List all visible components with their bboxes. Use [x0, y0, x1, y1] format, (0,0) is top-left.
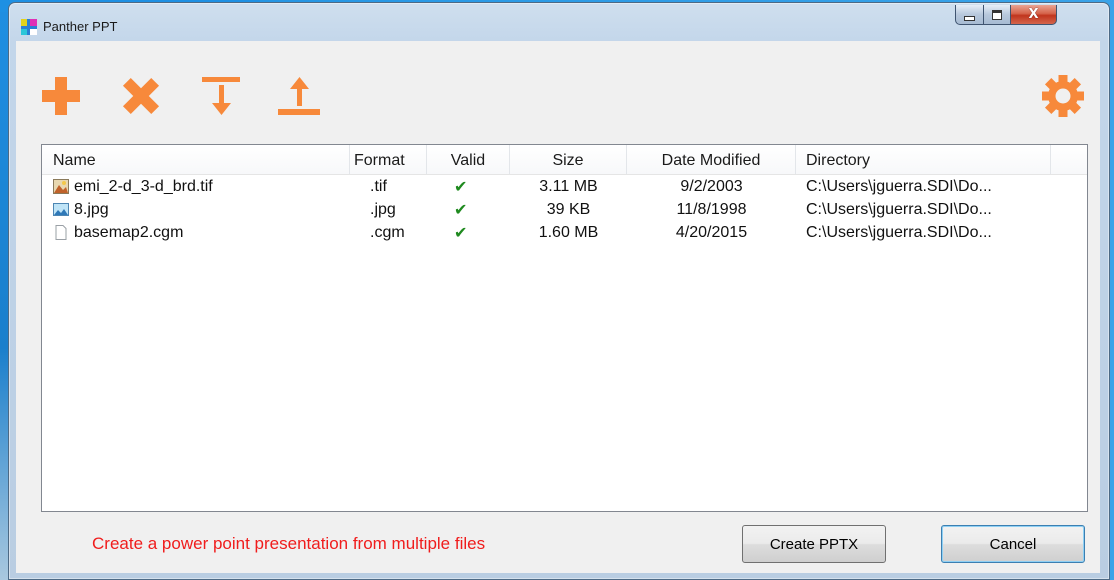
file-directory: C:\Users\jguerra.SDI\Do... — [806, 224, 992, 241]
file-name: emi_2-d_3-d_brd.tif — [74, 178, 213, 195]
move-down-button[interactable] — [196, 71, 246, 121]
maximize-icon — [992, 9, 1002, 20]
table-row[interactable]: 8.jpg .jpg ✔ 39 KB 11/8/1998 C:\Users\jg… — [42, 198, 1087, 221]
move-up-icon — [278, 77, 320, 115]
minimize-icon — [964, 15, 975, 21]
table-row[interactable]: basemap2.cgm .cgm ✔ 1.60 MB 4/20/2015 C:… — [42, 221, 1087, 244]
minimize-button[interactable] — [955, 5, 984, 25]
file-date-modified: 9/2/2003 — [680, 178, 743, 195]
tif-image-icon — [53, 179, 69, 194]
file-date-modified: 4/20/2015 — [675, 224, 748, 241]
table-row[interactable]: emi_2-d_3-d_brd.tif .tif ✔ 3.11 MB 9/2/2… — [42, 175, 1087, 198]
file-format: .jpg — [370, 201, 396, 218]
app-window: Panther PPT X Name Format Valid Size Dat… — [8, 2, 1110, 580]
gear-icon — [1042, 75, 1084, 117]
file-format: .tif — [370, 178, 387, 195]
valid-check-icon: ✔ — [454, 200, 468, 219]
column-header-size[interactable]: Size — [510, 145, 627, 174]
file-directory: C:\Users\jguerra.SDI\Do... — [806, 178, 992, 195]
maximize-button[interactable] — [983, 5, 1011, 25]
file-size: 1.60 MB — [538, 224, 599, 241]
title-bar[interactable]: Panther PPT X — [9, 3, 1109, 43]
column-header-name[interactable]: Name — [42, 145, 350, 174]
jpg-image-icon — [53, 203, 69, 216]
move-up-button[interactable] — [274, 71, 324, 121]
file-size: 3.11 MB — [539, 178, 598, 195]
move-down-icon — [202, 77, 240, 115]
close-icon: X — [1028, 7, 1039, 22]
list-header: Name Format Valid Size Date Modified Dir… — [42, 145, 1087, 175]
file-directory: C:\Users\jguerra.SDI\Do... — [806, 201, 992, 218]
column-header-date-modified[interactable]: Date Modified — [627, 145, 796, 174]
close-button[interactable]: X — [1010, 5, 1057, 25]
column-header-format[interactable]: Format — [350, 145, 427, 174]
file-name: basemap2.cgm — [74, 224, 184, 241]
file-format: .cgm — [370, 224, 405, 241]
client-area: Name Format Valid Size Date Modified Dir… — [16, 41, 1100, 573]
valid-check-icon: ✔ — [454, 223, 468, 242]
column-header-valid[interactable]: Valid — [427, 145, 510, 174]
settings-button[interactable] — [1038, 71, 1088, 121]
file-size: 39 KB — [546, 201, 591, 218]
add-icon — [42, 77, 80, 115]
remove-file-button[interactable] — [116, 71, 166, 121]
window-title: Panther PPT — [43, 19, 118, 34]
cancel-button[interactable]: Cancel — [941, 525, 1085, 563]
create-pptx-button[interactable]: Create PPTX — [742, 525, 886, 563]
app-logo-icon — [21, 19, 37, 35]
file-date-modified: 11/8/1998 — [676, 201, 747, 218]
file-list[interactable]: Name Format Valid Size Date Modified Dir… — [41, 144, 1088, 512]
status-message: Create a power point presentation from m… — [92, 534, 486, 553]
add-file-button[interactable] — [36, 71, 86, 121]
file-name: 8.jpg — [74, 201, 109, 218]
column-header-directory[interactable]: Directory — [796, 145, 1051, 174]
blank-file-icon — [55, 225, 67, 240]
remove-icon — [122, 77, 160, 115]
valid-check-icon: ✔ — [454, 177, 468, 196]
